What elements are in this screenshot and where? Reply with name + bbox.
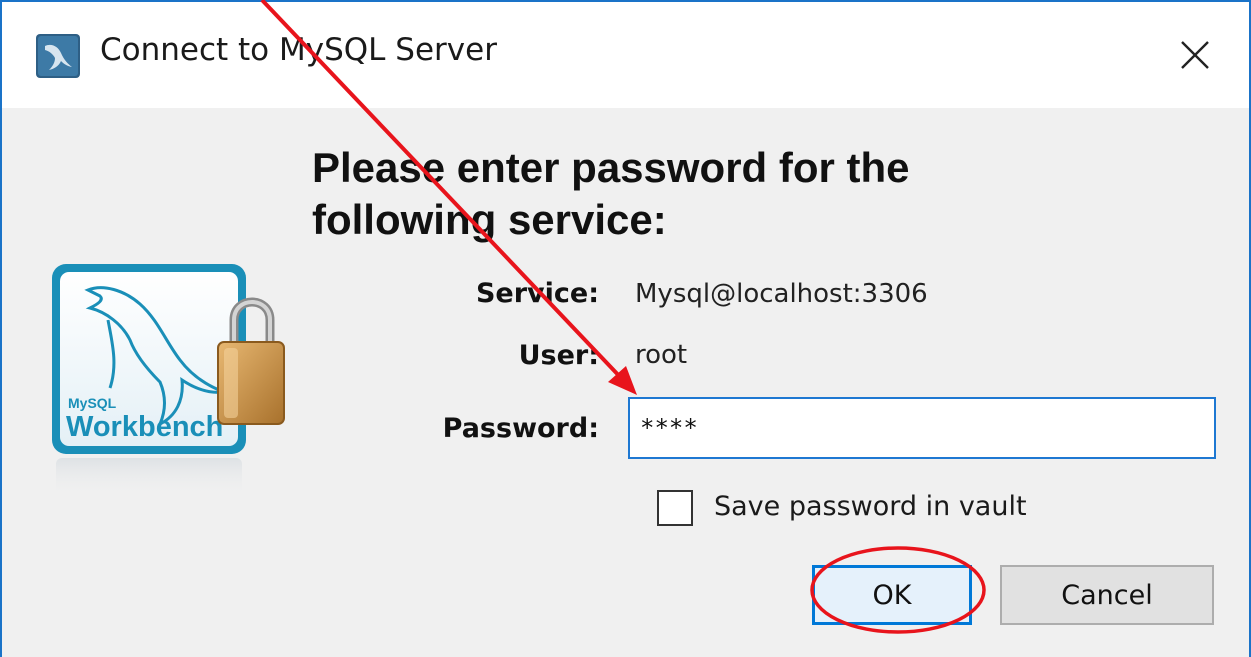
user-label: User: — [518, 340, 599, 371]
title-bar: Connect to MySQL Server — [2, 2, 1249, 108]
service-value: Mysql@localhost:3306 — [635, 279, 928, 309]
user-value: root — [635, 340, 688, 370]
save-password-label[interactable]: Save password in vault — [714, 491, 1027, 522]
mysql-dolphin-icon — [36, 34, 80, 78]
cancel-button[interactable]: Cancel — [1000, 565, 1214, 625]
ok-button[interactable]: OK — [812, 565, 972, 625]
logo-brand-small: MySQL — [68, 395, 117, 411]
window-title: Connect to MySQL Server — [100, 32, 497, 68]
save-password-checkbox[interactable] — [657, 490, 693, 526]
dialog-heading: Please enter password for the following … — [312, 144, 910, 243]
password-label: Password: — [442, 413, 599, 444]
password-input[interactable] — [628, 397, 1216, 459]
service-label: Service: — [475, 278, 599, 309]
dialog-window: Connect to MySQL Server MySQL Workbench … — [0, 0, 1251, 657]
close-icon[interactable] — [1166, 28, 1222, 84]
